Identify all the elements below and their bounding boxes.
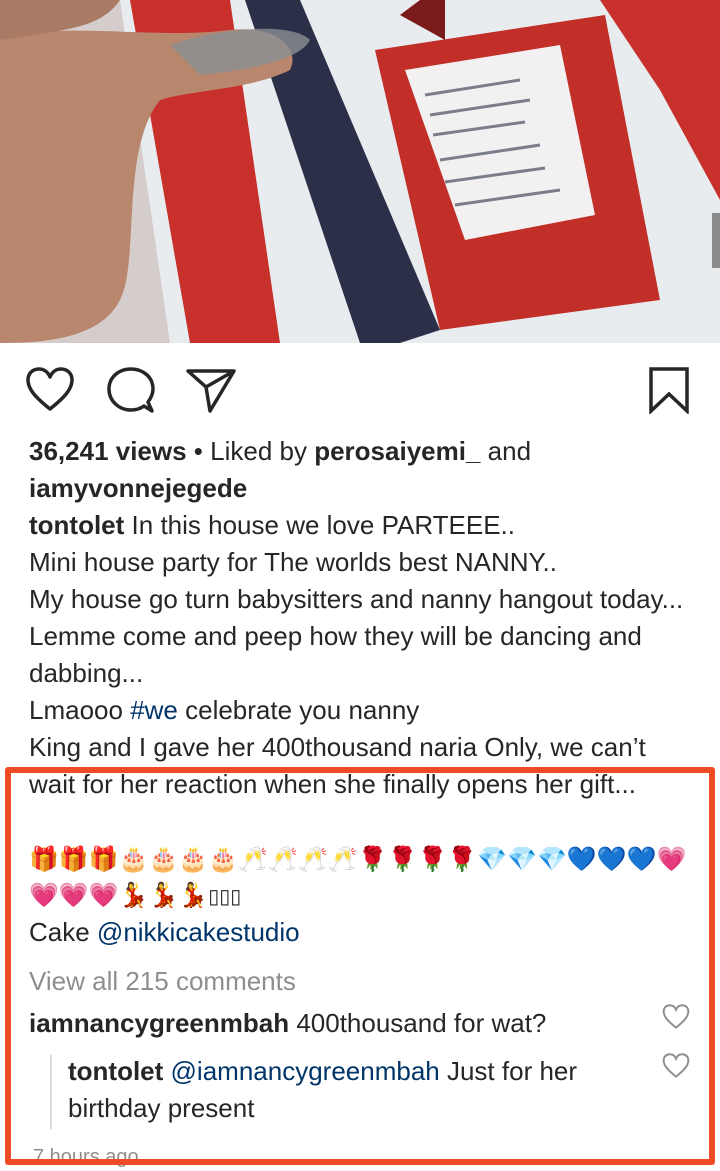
- cake-prefix: Cake: [29, 917, 97, 947]
- liked-by-prefix: • Liked by: [186, 436, 315, 466]
- heart-outline-icon: [662, 1004, 690, 1029]
- reply-username-link[interactable]: tontolet: [68, 1056, 163, 1086]
- caption-emoji-line: 🎁🎁🎁🎂🎂🎂🎂🥂🥂🥂🥂🌹🌹🌹🌹💎💎💎💙💙💙💗💗💗💗💃💃💃▯▯▯: [29, 842, 699, 915]
- post-timestamp: 7 hours ago: [33, 1146, 139, 1168]
- reply-mention-link[interactable]: @iamnancygreenmbah: [163, 1056, 440, 1086]
- comment-bubble-icon: [107, 367, 155, 413]
- likes-summary: 36,241 views • Liked by perosaiyemi_ and…: [29, 433, 699, 507]
- liked-by-user-link[interactable]: perosaiyemi_: [314, 436, 480, 466]
- post-caption: tontolet In this house we love PARTEEE..…: [29, 507, 699, 803]
- share-button[interactable]: [186, 365, 236, 415]
- comment-like-button[interactable]: [662, 1004, 690, 1032]
- post-media[interactable]: [0, 0, 720, 343]
- views-count[interactable]: 36,241 views: [29, 436, 187, 466]
- bookmark-icon: [649, 367, 689, 414]
- caption-cake-credit: Cake @nikkicakestudio: [29, 914, 300, 951]
- caption-username-link[interactable]: tontolet: [29, 510, 124, 540]
- liked-by-and: and: [480, 436, 532, 466]
- comment-username-link[interactable]: iamnancygreenmbah: [29, 1008, 289, 1038]
- caption-line1: In this house we love PARTEEE..: [124, 510, 515, 540]
- comment-button[interactable]: [106, 365, 156, 415]
- caption-body: Mini house party for The worlds best NAN…: [29, 547, 684, 688]
- heart-outline-icon: [662, 1053, 690, 1078]
- paper-plane-icon: [186, 369, 236, 413]
- save-button[interactable]: [644, 365, 694, 415]
- post-action-bar: [0, 343, 720, 433]
- emoji-unsupported-boxes: ▯▯▯: [208, 886, 242, 908]
- view-all-comments-link[interactable]: View all 215 comments: [29, 963, 296, 1000]
- caption-celebrate: celebrate you nanny: [177, 695, 420, 725]
- media-scroll-indicator: [712, 213, 720, 268]
- comment-item: iamnancygreenmbah 400thousand for wat?: [29, 1005, 546, 1042]
- comment-text: 400thousand for wat?: [289, 1008, 547, 1038]
- caption-lmao: Lmaooo: [29, 695, 131, 725]
- reply-like-button[interactable]: [662, 1053, 690, 1081]
- like-button[interactable]: [25, 365, 75, 415]
- reply-thread-line: [50, 1055, 52, 1129]
- post-photo: [0, 0, 720, 343]
- heart-outline-icon: [26, 367, 74, 411]
- hashtag-link[interactable]: #we: [130, 695, 178, 725]
- caption-gift-text: King and I gave her 400thousand naria On…: [29, 732, 653, 799]
- liked-by-user2-link[interactable]: iamyvonnejegede: [29, 473, 247, 503]
- comment-reply-item: tontolet @iamnancygreenmbah Just for her…: [68, 1053, 628, 1127]
- cake-mention-link[interactable]: @nikkicakestudio: [97, 917, 300, 947]
- emoji-string: 🎁🎁🎁🎂🎂🎂🎂🥂🥂🥂🥂🌹🌹🌹🌹💎💎💎💙💙💙💗💗💗💗💃💃💃: [29, 846, 687, 909]
